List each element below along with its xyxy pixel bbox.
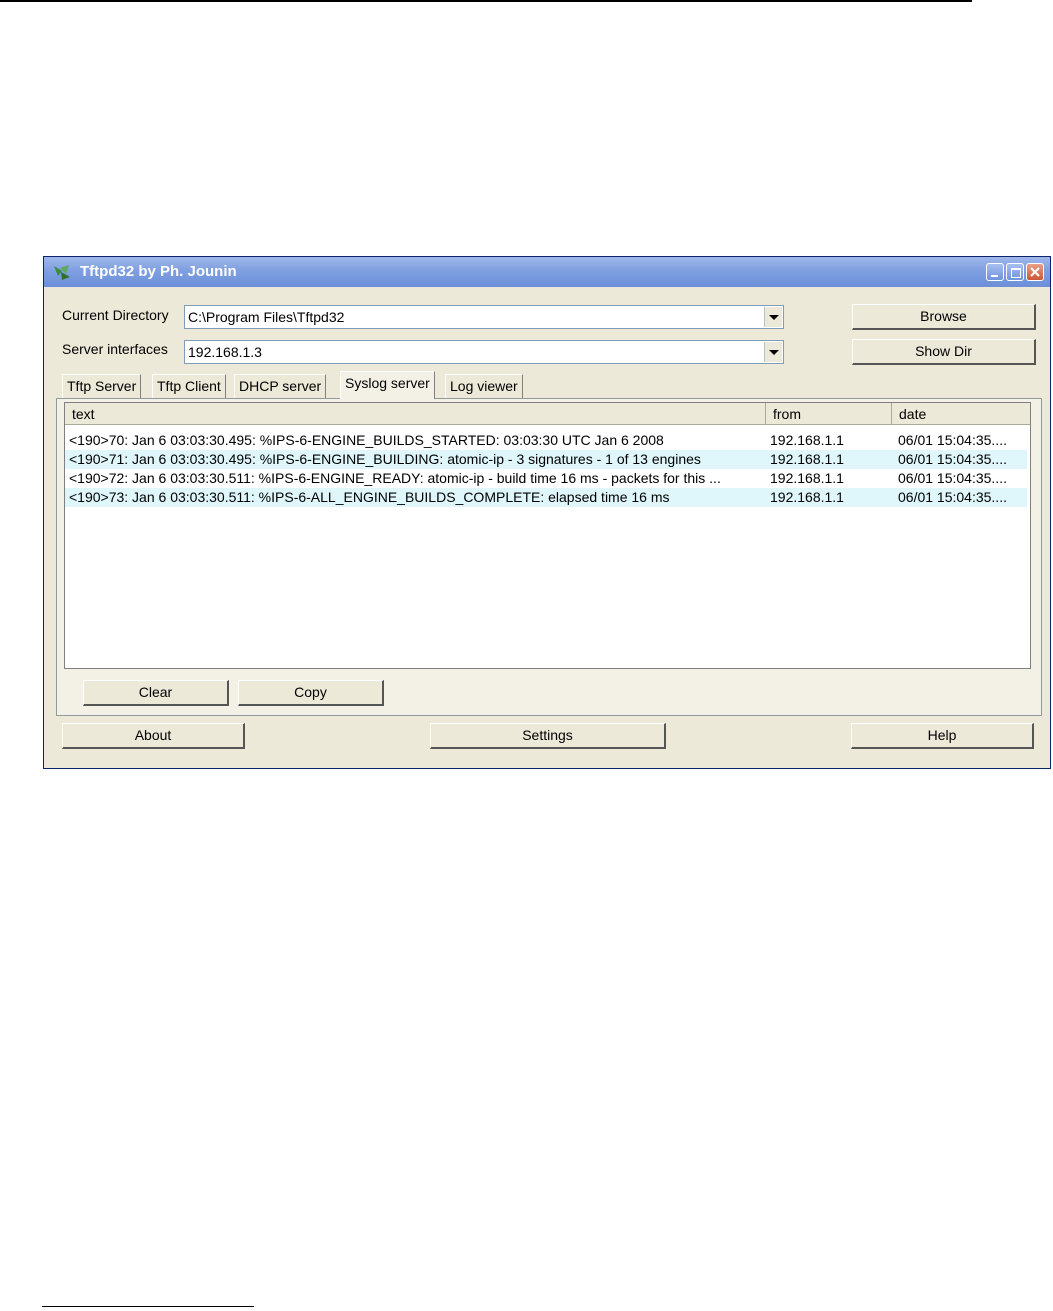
tab-tftp-client[interactable]: Tftp Client bbox=[152, 374, 226, 398]
list-header: text from date bbox=[65, 403, 1030, 425]
clear-button[interactable]: Clear bbox=[83, 680, 229, 706]
browse-button[interactable]: Browse bbox=[852, 304, 1036, 330]
current-directory-value: C:\Program Files\Tftpd32 bbox=[188, 309, 345, 325]
table-row[interactable]: <190>72: Jan 6 03:03:30.511: %IPS-6-ENGI… bbox=[65, 469, 1027, 488]
row-from: 192.168.1.1 bbox=[770, 470, 844, 486]
server-interfaces-label: Server interfaces bbox=[62, 341, 168, 357]
row-from: 192.168.1.1 bbox=[770, 432, 844, 448]
page-top-rule bbox=[0, 0, 972, 2]
row-date: 06/01 15:04:35.... bbox=[898, 451, 1007, 467]
current-directory-combo[interactable]: C:\Program Files\Tftpd32 bbox=[184, 305, 784, 329]
chevron-down-icon[interactable] bbox=[764, 307, 782, 327]
row-date: 06/01 15:04:35.... bbox=[898, 470, 1007, 486]
tftpd-app-icon bbox=[54, 265, 70, 280]
copy-button[interactable]: Copy bbox=[238, 680, 384, 706]
maximize-icon[interactable] bbox=[1006, 263, 1024, 281]
column-header-from[interactable]: from bbox=[766, 403, 892, 425]
footnote-rule bbox=[42, 1306, 254, 1307]
row-date: 06/01 15:04:35.... bbox=[898, 432, 1007, 448]
help-button[interactable]: Help bbox=[851, 723, 1034, 749]
tab-tftp-server[interactable]: Tftp Server bbox=[62, 374, 142, 398]
window-title: Tftpd32 by Ph. Jounin bbox=[80, 263, 237, 280]
tab-log-viewer[interactable]: Log viewer bbox=[445, 374, 523, 398]
close-icon[interactable] bbox=[1026, 263, 1044, 281]
tab-dhcp-server[interactable]: DHCP server bbox=[234, 374, 327, 398]
column-header-date[interactable]: date bbox=[892, 403, 1030, 425]
tab-syslog-server[interactable]: Syslog server bbox=[340, 371, 435, 399]
row-text: <190>70: Jan 6 03:03:30.495: %IPS-6-ENGI… bbox=[69, 432, 664, 448]
table-row[interactable]: <190>73: Jan 6 03:03:30.511: %IPS-6-ALL_… bbox=[65, 488, 1027, 507]
table-row[interactable]: <190>70: Jan 6 03:03:30.495: %IPS-6-ENGI… bbox=[65, 431, 1027, 450]
row-date: 06/01 15:04:35.... bbox=[898, 489, 1007, 505]
row-from: 192.168.1.1 bbox=[770, 451, 844, 467]
server-interfaces-combo[interactable]: 192.168.1.3 bbox=[184, 340, 784, 364]
server-interfaces-value: 192.168.1.3 bbox=[188, 344, 262, 360]
minimize-icon[interactable] bbox=[986, 263, 1004, 281]
chevron-down-icon[interactable] bbox=[764, 342, 782, 362]
syslog-list[interactable]: text from date <190>70: Jan 6 03:03:30.4… bbox=[64, 402, 1031, 669]
tftpd32-window: Tftpd32 by Ph. Jounin Current Directory … bbox=[43, 256, 1051, 769]
row-text: <190>72: Jan 6 03:03:30.511: %IPS-6-ENGI… bbox=[69, 470, 721, 486]
window-controls bbox=[986, 263, 1044, 281]
table-row[interactable]: <190>71: Jan 6 03:03:30.495: %IPS-6-ENGI… bbox=[65, 450, 1027, 469]
syslog-panel: text from date <190>70: Jan 6 03:03:30.4… bbox=[56, 398, 1042, 716]
column-header-text[interactable]: text bbox=[65, 403, 766, 425]
current-directory-label: Current Directory bbox=[62, 307, 169, 323]
row-from: 192.168.1.1 bbox=[770, 489, 844, 505]
settings-button[interactable]: Settings bbox=[430, 723, 666, 749]
about-button[interactable]: About bbox=[62, 723, 245, 749]
show-dir-button[interactable]: Show Dir bbox=[852, 339, 1036, 365]
row-text: <190>73: Jan 6 03:03:30.511: %IPS-6-ALL_… bbox=[69, 489, 670, 505]
row-text: <190>71: Jan 6 03:03:30.495: %IPS-6-ENGI… bbox=[69, 451, 701, 467]
title-bar[interactable]: Tftpd32 by Ph. Jounin bbox=[44, 257, 1050, 287]
